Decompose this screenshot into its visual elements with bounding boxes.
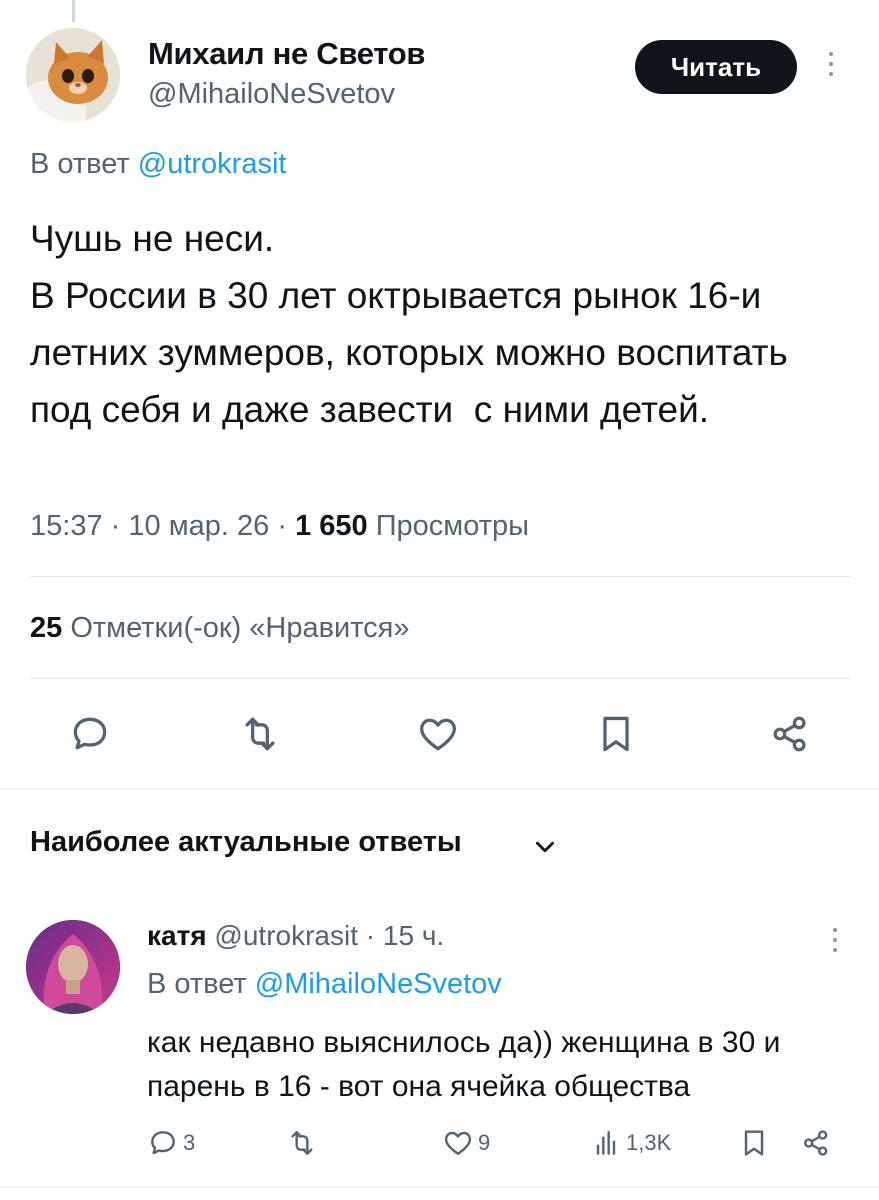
meta-separator: · bbox=[365, 920, 376, 951]
reply-reply-count: 3 bbox=[183, 1130, 196, 1155]
reply-more-options-icon[interactable] bbox=[830, 928, 840, 962]
author-name[interactable]: Михаил не Светов bbox=[148, 36, 425, 72]
retweet-icon bbox=[245, 717, 275, 751]
reply-icon bbox=[151, 1131, 175, 1155]
reply-reply-button[interactable]: 3 bbox=[147, 1125, 195, 1161]
reply-to-prefix: В ответ bbox=[147, 968, 255, 1000]
divider bbox=[30, 576, 851, 577]
likes-label: Отметки(-ок) «Нравится» bbox=[70, 612, 410, 644]
meta-separator: · bbox=[277, 510, 287, 542]
bookmark-button[interactable] bbox=[592, 710, 640, 758]
retweet-button[interactable] bbox=[236, 710, 284, 758]
chevron-down-icon[interactable] bbox=[532, 834, 558, 860]
author-avatar[interactable] bbox=[26, 28, 120, 122]
reply-to-handle-link[interactable]: @utrokrasit bbox=[138, 148, 287, 180]
reply-like-button[interactable]: 9 bbox=[442, 1125, 490, 1161]
bottom-divider bbox=[0, 1186, 879, 1188]
woman-avatar-image bbox=[26, 920, 120, 1014]
reply-views-count: 1,3K bbox=[626, 1130, 672, 1155]
retweet-icon bbox=[291, 1131, 313, 1155]
more-options-icon[interactable] bbox=[826, 52, 836, 86]
views-label: Просмотры bbox=[375, 510, 529, 542]
reply-icon bbox=[73, 717, 107, 750]
analytics-icon bbox=[596, 1131, 616, 1155]
heart-icon bbox=[420, 718, 456, 751]
bookmark-icon bbox=[603, 716, 629, 752]
share-button[interactable] bbox=[766, 710, 814, 758]
reply-like-count: 9 bbox=[478, 1130, 491, 1155]
views-count: 1 650 bbox=[295, 510, 368, 542]
tweet-time[interactable]: 15:37 bbox=[30, 510, 103, 542]
thread-connector-line bbox=[72, 0, 75, 22]
section-divider bbox=[0, 788, 879, 790]
reply-text: как недавно выяснилось да)) женщина в 30… bbox=[147, 1026, 781, 1103]
tweet-text: Чушь не неси. В России в 30 лет октрывае… bbox=[30, 218, 788, 430]
reply-retweet-button[interactable] bbox=[286, 1125, 322, 1161]
likes-summary[interactable]: 25 Отметки(-ок) «Нравится» bbox=[30, 612, 410, 645]
divider bbox=[30, 678, 851, 679]
reply-author-name[interactable]: катя bbox=[147, 920, 207, 951]
reply-reply-to-line: В ответ @MihailoNeSvetov bbox=[147, 968, 502, 1001]
reply-bookmark-button[interactable] bbox=[738, 1125, 774, 1161]
reply-author-avatar[interactable] bbox=[26, 920, 120, 1014]
replies-sort-title[interactable]: Наиболее актуальные ответы bbox=[30, 826, 462, 859]
tweet-meta: 15:37 · 10 мар. 26 · 1 650 Просмотры bbox=[30, 510, 529, 543]
like-button[interactable] bbox=[414, 710, 462, 758]
reply-button[interactable] bbox=[66, 710, 114, 758]
follow-button[interactable]: Читать bbox=[635, 40, 797, 94]
bookmark-icon bbox=[744, 1130, 764, 1156]
reply-time[interactable]: 15 ч. bbox=[383, 920, 444, 951]
cat-avatar-image bbox=[26, 28, 120, 122]
heart-icon bbox=[444, 1131, 472, 1155]
meta-separator: · bbox=[110, 510, 121, 542]
reply-to-line: В ответ @utrokrasit bbox=[30, 148, 286, 181]
reply-share-button[interactable] bbox=[800, 1125, 836, 1161]
reply-to-handle-link[interactable]: @MihailoNeSvetov bbox=[255, 968, 502, 1000]
tweet-date[interactable]: 10 мар. 26 bbox=[128, 510, 269, 542]
share-icon bbox=[773, 716, 806, 752]
author-handle[interactable]: @MihailoNeSvetov bbox=[148, 78, 395, 111]
share-icon bbox=[804, 1130, 828, 1156]
reply-views-button[interactable]: 1,3K bbox=[590, 1125, 671, 1161]
likes-count: 25 bbox=[30, 612, 63, 644]
reply-header: катя @utrokrasit · 15 ч. bbox=[147, 920, 444, 952]
reply-author-handle[interactable]: @utrokrasit bbox=[214, 920, 358, 951]
reply-to-prefix: В ответ bbox=[30, 148, 138, 180]
